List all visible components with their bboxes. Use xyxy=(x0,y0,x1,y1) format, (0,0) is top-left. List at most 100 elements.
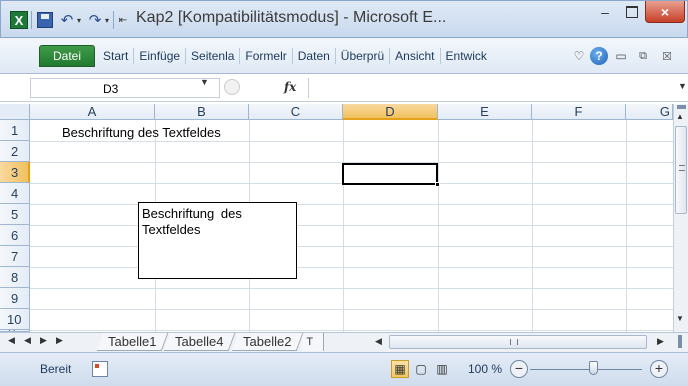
tab-formulas[interactable]: Formelr xyxy=(240,48,293,64)
column-header[interactable]: A xyxy=(30,104,155,120)
text-box[interactable]: Beschriftung des Textfeldes xyxy=(138,202,297,279)
tab-page-layout[interactable]: Seitenla xyxy=(186,48,241,64)
redo-dropdown-icon[interactable]: ▾ xyxy=(103,11,111,29)
zoom-in-button[interactable]: + xyxy=(650,360,668,378)
formula-input[interactable] xyxy=(308,78,678,98)
zoom-slider-track[interactable] xyxy=(530,369,642,370)
row-header[interactable]: 5 xyxy=(0,204,30,225)
next-sheet-icon[interactable]: ▶ xyxy=(40,335,47,346)
grid-line xyxy=(343,120,344,332)
scroll-down-icon[interactable]: ▼ xyxy=(676,314,684,323)
grid-line xyxy=(30,330,673,331)
row-header[interactable]: 2 xyxy=(0,141,30,162)
tab-insert[interactable]: Einfüge xyxy=(134,48,187,64)
cell-a1[interactable]: Beschriftung des Textfeldes xyxy=(62,125,221,140)
redo-icon[interactable]: ↷ xyxy=(87,11,103,29)
fill-handle[interactable] xyxy=(435,182,440,187)
scroll-up-icon[interactable]: ▲ xyxy=(676,112,684,121)
select-all-corner[interactable] xyxy=(0,104,30,120)
normal-view-icon[interactable]: ▦ xyxy=(391,360,409,378)
column-header[interactable]: E xyxy=(438,104,532,120)
tab-start[interactable]: Start xyxy=(98,48,135,64)
scroll-thumb[interactable] xyxy=(675,126,687,214)
expand-formula-bar-icon[interactable]: ▼ xyxy=(678,81,687,91)
excel-icon[interactable]: X xyxy=(10,11,28,29)
grid-line xyxy=(438,120,439,332)
row-header[interactable]: 6 xyxy=(0,225,30,246)
prev-sheet-icon[interactable]: ◀ xyxy=(24,335,31,346)
window-title: Kap2 [Kompatibilitätsmodus] - Microsoft … xyxy=(136,9,447,26)
last-sheet-icon[interactable]: ▶ xyxy=(56,335,63,346)
minimize-button[interactable]: – xyxy=(591,1,619,23)
first-sheet-icon[interactable]: ◀ xyxy=(8,335,15,346)
undo-dropdown-icon[interactable]: ▾ xyxy=(75,11,83,29)
scroll-left-icon[interactable]: ◀ xyxy=(375,336,382,347)
workbook-close-icon[interactable]: ☒ xyxy=(660,48,674,64)
row-header[interactable]: 1 xyxy=(0,120,30,141)
name-box-dropdown-icon[interactable]: ▼ xyxy=(200,77,209,87)
ribbon-tab-bar: Datei Start Einfüge Seitenla Formelr Dat… xyxy=(0,38,688,74)
minimize-ribbon-icon[interactable]: ♡ xyxy=(572,48,586,64)
macro-record-icon[interactable] xyxy=(92,361,108,377)
grid-line xyxy=(30,225,673,226)
sheet-tabs: Tabelle1 Tabelle4 Tabelle2 T xyxy=(96,333,325,351)
close-button[interactable]: × xyxy=(645,1,685,23)
name-box[interactable]: D3 xyxy=(30,78,220,98)
tab-developer[interactable]: Entwick xyxy=(441,48,492,64)
zoom-level[interactable]: 100 % xyxy=(468,362,502,376)
tab-data[interactable]: Daten xyxy=(293,48,336,64)
grid-line xyxy=(30,267,673,268)
page-layout-view-icon[interactable]: ▢ xyxy=(412,360,430,378)
grip-icon xyxy=(510,339,518,345)
zoom-slider-thumb[interactable] xyxy=(589,361,598,375)
zoom-out-button[interactable]: − xyxy=(510,360,528,378)
toolbar-separator xyxy=(113,11,114,29)
sheet-tab-bar: ◀ ◀ ▶ ▶ Tabelle1 Tabelle4 Tabelle2 T ◀ ▶ xyxy=(0,332,688,352)
grid-line xyxy=(626,120,627,332)
row-header[interactable]: 3 xyxy=(0,162,30,183)
undo-icon[interactable]: ↶ xyxy=(59,11,75,29)
column-header[interactable]: B xyxy=(155,104,249,120)
insert-function-icon[interactable]: fx xyxy=(284,80,296,94)
insert-sheet-icon[interactable]: T xyxy=(302,333,325,351)
row-header[interactable]: 8 xyxy=(0,267,30,288)
workbook-minimize-icon[interactable]: ▭ xyxy=(614,48,628,64)
help-icon[interactable]: ? xyxy=(590,47,608,65)
sheet-tab-label: Tabelle1 xyxy=(108,334,157,349)
status-bar: Bereit ▦ ▢ ▥ 100 % − + xyxy=(0,352,688,386)
tab-review[interactable]: Überprü xyxy=(336,48,391,64)
column-header[interactable]: D xyxy=(343,104,438,120)
grid-line xyxy=(30,204,673,205)
ribbon-tabs: Start Einfüge Seitenla Formelr Daten Übe… xyxy=(98,45,492,67)
row-header[interactable]: 10 xyxy=(0,309,30,330)
column-header[interactable]: C xyxy=(249,104,343,120)
vertical-scrollbar[interactable]: ▲ ▼ xyxy=(673,104,688,332)
page-break-view-icon[interactable]: ▥ xyxy=(433,360,451,378)
grid-line xyxy=(30,141,673,142)
scroll-right-icon[interactable]: ▶ xyxy=(657,336,664,347)
scroll-thumb[interactable] xyxy=(389,335,647,349)
sheet-tab[interactable]: Tabelle1 xyxy=(96,333,169,351)
status-text: Bereit xyxy=(40,362,72,376)
grid-line xyxy=(30,288,673,289)
workbook-restore-icon[interactable]: ⧉ xyxy=(636,48,650,64)
customize-toolbar-icon[interactable]: ⇤ xyxy=(117,11,129,29)
row-header[interactable]: 7 xyxy=(0,246,30,267)
row-header[interactable]: 4 xyxy=(0,183,30,204)
tab-view[interactable]: Ansicht xyxy=(390,48,441,64)
row-header[interactable]: 9 xyxy=(0,288,30,309)
tab-file[interactable]: Datei xyxy=(39,45,95,67)
split-handle[interactable] xyxy=(678,335,682,348)
column-header[interactable]: G xyxy=(626,104,673,120)
horizontal-scrollbar[interactable]: ◀ ▶ xyxy=(375,335,671,350)
split-handle[interactable] xyxy=(677,105,686,109)
sheet-tab[interactable]: Tabelle4 xyxy=(164,333,237,351)
grid-line xyxy=(30,246,673,247)
active-cell-d3[interactable] xyxy=(342,163,438,185)
save-icon[interactable] xyxy=(37,12,53,28)
sheet-tab-label: Tabelle4 xyxy=(175,334,224,349)
column-header[interactable]: F xyxy=(532,104,626,120)
sheet-tab[interactable]: Tabelle2 xyxy=(231,333,304,351)
worksheet-grid[interactable]: A B C D E F G 1 2 3 4 5 6 7 8 9 10 11 Be… xyxy=(0,104,688,332)
maximize-button[interactable] xyxy=(619,1,645,23)
